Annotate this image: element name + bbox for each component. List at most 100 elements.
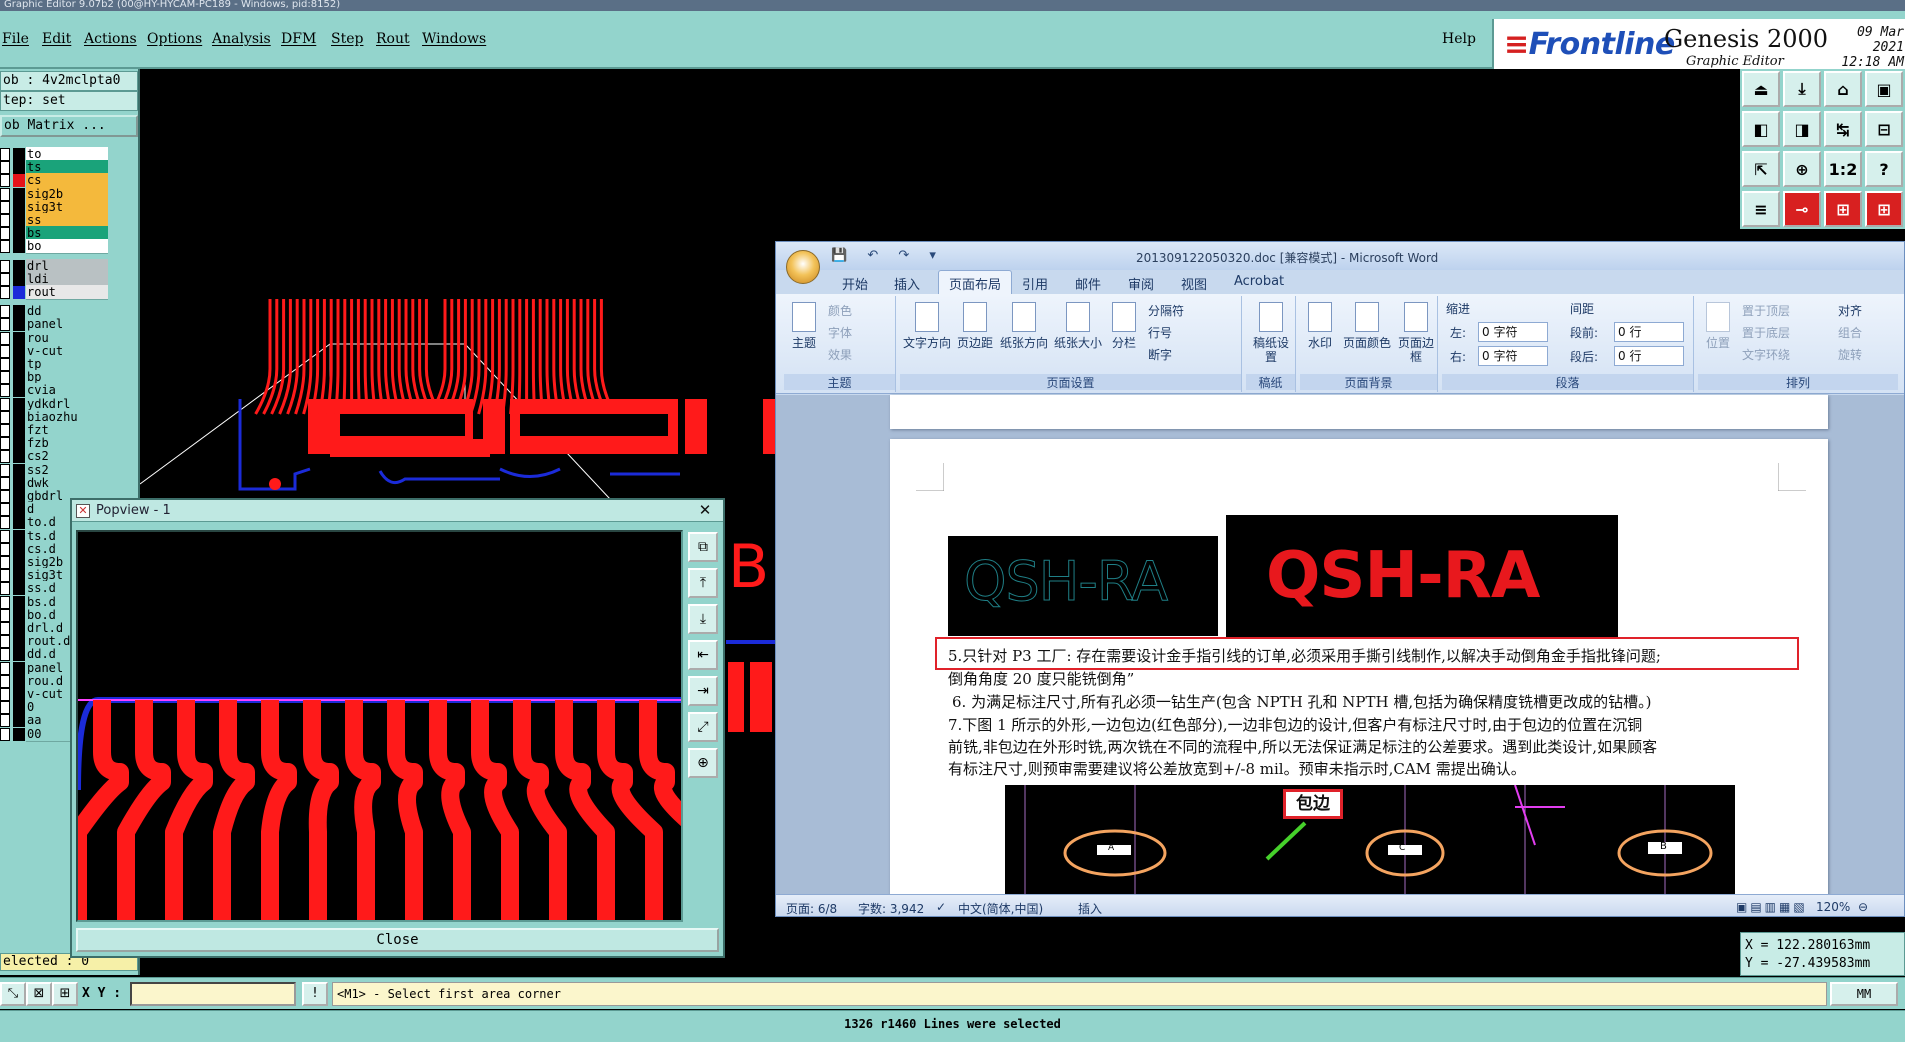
spellcheck-icon[interactable]: ✓: [936, 900, 946, 914]
tool-button-icon[interactable]: ↹: [1824, 111, 1862, 147]
indent-left-field[interactable]: 0 字符: [1478, 322, 1548, 342]
tab-view[interactable]: 视图: [1181, 274, 1207, 293]
layer-checkbox[interactable]: [0, 384, 10, 398]
status-zoom[interactable]: 120%: [1816, 900, 1850, 914]
layer-checkbox[interactable]: [0, 410, 10, 424]
layer-row[interactable]: rout: [0, 285, 110, 300]
menu-edit[interactable]: Edit: [42, 31, 71, 47]
menu-analysis[interactable]: Analysis: [212, 31, 271, 47]
image-qsh-outline[interactable]: QSH-RA: [948, 536, 1218, 636]
layer-checkbox[interactable]: [0, 622, 10, 635]
menu-options[interactable]: Options: [147, 31, 202, 47]
spacing-after-field[interactable]: 0 行: [1614, 346, 1684, 366]
tab-review[interactable]: 审阅: [1128, 274, 1154, 293]
align-button[interactable]: 对齐: [1838, 302, 1862, 319]
quick-access-toolbar[interactable]: 💾 ↶ ↷ ▾: [831, 248, 944, 263]
layer-checkbox[interactable]: [0, 174, 10, 188]
pcb-canvas[interactable]: [140, 69, 775, 499]
tool-button-icon[interactable]: ▣: [1865, 71, 1903, 107]
menu-rout[interactable]: Rout: [376, 31, 410, 47]
tool-button-icon[interactable]: ◨: [1783, 111, 1821, 147]
tool-button-icon[interactable]: ⇱: [1742, 151, 1780, 187]
layer-checkbox[interactable]: [0, 595, 10, 609]
feature-icon[interactable]: ⤡: [0, 982, 26, 1006]
margins-button[interactable]: 页边距: [954, 302, 996, 350]
tool-button-icon[interactable]: ⤓: [1783, 71, 1821, 107]
layer-checkbox[interactable]: [0, 200, 10, 214]
popview-tool-icon[interactable]: ⤓: [688, 604, 718, 634]
units-button[interactable]: MM: [1830, 982, 1898, 1006]
size-button[interactable]: 纸张大小: [1052, 302, 1104, 350]
image-qsh-solid[interactable]: QSH-RA: [1226, 515, 1618, 639]
line-numbers-button[interactable]: 行号: [1148, 324, 1172, 341]
layer-checkbox[interactable]: [0, 214, 10, 227]
layer-checkbox[interactable]: [0, 286, 10, 299]
popview-canvas[interactable]: [76, 530, 683, 922]
layer-checkbox[interactable]: [0, 476, 10, 490]
layer-checkbox[interactable]: [0, 556, 10, 569]
layer-checkbox[interactable]: [0, 516, 10, 530]
layer-checkbox[interactable]: [0, 503, 10, 517]
popview-tool-icon[interactable]: ⤢: [688, 712, 718, 742]
tool-button-icon[interactable]: 1:2: [1824, 151, 1862, 187]
tool-button-icon[interactable]: ⊞: [1865, 191, 1903, 227]
layer-checkbox[interactable]: [0, 344, 10, 358]
tool-button-icon[interactable]: ⊞: [1824, 191, 1862, 227]
tool-button-icon[interactable]: ?: [1865, 151, 1903, 187]
document-page[interactable]: QSH-RA QSH-RA 5.只针对 P3 工厂: 存在需要设计金手指引线的订…: [890, 439, 1828, 916]
layer-checkbox[interactable]: [0, 161, 10, 175]
tool-button-icon[interactable]: ⌂: [1824, 71, 1862, 107]
view-buttons-icon[interactable]: ▣▤▥▦▧: [1736, 900, 1808, 914]
tool-button-icon[interactable]: ⊸: [1783, 191, 1821, 227]
job-matrix-button[interactable]: ob Matrix ...: [0, 115, 138, 137]
layer-checkbox[interactable]: [0, 437, 10, 451]
layer-checkbox[interactable]: [0, 688, 10, 701]
tab-references[interactable]: 引用: [1022, 274, 1048, 293]
layer-checkbox[interactable]: [0, 259, 10, 273]
document-area[interactable]: QSH-RA QSH-RA 5.只针对 P3 工厂: 存在需要设计金手指引线的订…: [776, 395, 1904, 916]
popview-close-button[interactable]: Close: [76, 928, 719, 952]
cancel-select-icon[interactable]: ⊠: [26, 982, 52, 1006]
layer-checkbox[interactable]: [0, 227, 10, 241]
popview-tool-icon[interactable]: ⤒: [688, 568, 718, 598]
draft-settings-button[interactable]: 稿纸设置: [1248, 302, 1294, 364]
layer-checkbox[interactable]: [0, 661, 10, 675]
layer-checkbox[interactable]: [0, 714, 10, 728]
spacing-before-field[interactable]: 0 行: [1614, 322, 1684, 342]
breaks-button[interactable]: 分隔符: [1148, 302, 1184, 319]
menu-file[interactable]: File: [2, 31, 29, 47]
xy-input[interactable]: [130, 982, 296, 1006]
layer-checkbox[interactable]: [0, 648, 10, 662]
layer-checkbox[interactable]: [0, 608, 10, 622]
layer-checkbox[interactable]: [0, 397, 10, 411]
columns-button[interactable]: 分栏: [1106, 302, 1142, 350]
theme-effects-button[interactable]: 效果: [828, 346, 852, 363]
word-titlebar[interactable]: 💾 ↶ ↷ ▾ 201309122050320.doc [兼容模式] - Mic…: [776, 242, 1904, 270]
layer-checkbox[interactable]: [0, 272, 10, 286]
popview-tool-icon[interactable]: ⧉: [688, 532, 718, 562]
text-direction-button[interactable]: 文字方向: [900, 302, 954, 350]
layer-checkbox[interactable]: [0, 424, 10, 437]
menu-step[interactable]: Step: [331, 31, 363, 47]
menu-actions[interactable]: Actions: [84, 31, 137, 47]
text-wrap-button[interactable]: 文字环绕: [1742, 346, 1790, 363]
status-insert-mode[interactable]: 插入: [1078, 900, 1102, 916]
bring-front-button[interactable]: 置于顶层: [1742, 302, 1790, 319]
tab-home[interactable]: 开始: [842, 274, 868, 293]
page-borders-button[interactable]: 页面边框: [1396, 302, 1436, 364]
layer-checkbox[interactable]: [0, 529, 10, 543]
layer-checkbox[interactable]: [0, 727, 10, 741]
layer-checkbox[interactable]: [0, 701, 10, 715]
menu-dfm[interactable]: DFM: [281, 31, 316, 47]
send-back-button[interactable]: 置于底层: [1742, 324, 1790, 341]
layer-checkbox[interactable]: [0, 542, 10, 556]
theme-colors-button[interactable]: 颜色: [828, 302, 852, 319]
status-language[interactable]: 中文(简体,中国): [958, 900, 1043, 916]
tool-button-icon[interactable]: ⏏: [1742, 71, 1780, 107]
tool-button-icon[interactable]: ⊕: [1783, 151, 1821, 187]
menu-help[interactable]: Help: [1442, 31, 1476, 47]
position-button[interactable]: 位置: [1700, 302, 1736, 350]
page-color-button[interactable]: 页面颜色: [1340, 302, 1394, 350]
theme-fonts-button[interactable]: 字体: [828, 324, 852, 341]
layer-checkbox[interactable]: [0, 674, 10, 688]
